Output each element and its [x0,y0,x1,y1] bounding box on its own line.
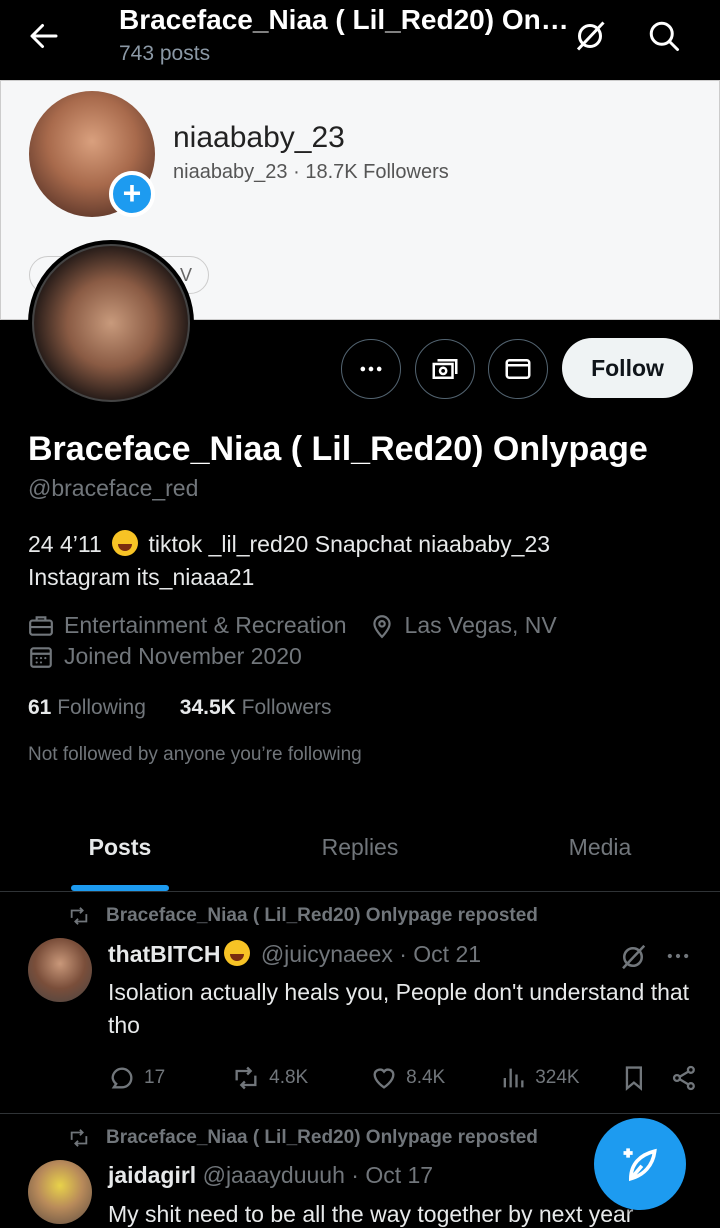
profile-category: Entertainment & Recreation [64,612,347,638]
following-link[interactable]: 61 Following [28,696,146,719]
post-text: My shit need to be all the way together … [108,1201,634,1227]
more-icon [360,366,382,372]
display-name: Braceface_Niaa ( Lil_Red20) Onlypage [28,430,648,468]
post-actions: 17 4.8K 8.4K 324K [108,1064,698,1092]
location-pin-icon [372,614,391,638]
reply-icon [111,1067,133,1089]
avatar-image [32,244,190,402]
post-count: 743 posts [119,42,211,65]
followers-link[interactable]: 34.5K Followers [180,696,332,719]
banner-username: niaababy_23 [173,121,345,154]
post-text: Isolation actually heals you, People don… [108,979,690,1038]
profile-bio: 24 4’11 tiktok _lil_red20 Snapchat niaab… [28,530,551,590]
calendar-icon [30,646,52,668]
not-followed-note: Not followed by anyone you’re following [28,744,362,765]
grok-icon[interactable] [618,942,648,972]
share-icon[interactable] [670,1064,698,1092]
profile-joined: Joined November 2020 [64,643,302,669]
banner-subtitle: niaababy_23 · 18.7K Followers [173,161,449,183]
profile-location: Las Vegas, NV [404,612,557,638]
tab-replies[interactable]: Replies [240,810,480,891]
post-header: jaidagirl @jaaayduuuh · Oct 17 [108,1162,433,1189]
post-item[interactable]: Braceface_Niaa ( Lil_Red20) Onlypage rep… [0,892,720,1114]
envelope-icon [505,359,531,379]
profile-handle: @braceface_red [28,475,199,501]
grok-icon[interactable] [572,18,608,54]
views-button[interactable]: 324K [499,1064,616,1092]
avatar[interactable] [28,938,92,1002]
repost-icon [70,1129,88,1147]
page-title: Braceface_Niaa ( Lil_Red20) Onl... [119,4,569,35]
profile-tabs: Posts Replies Media [0,810,720,892]
more-icon[interactable] [664,942,692,970]
tip-button[interactable] [415,339,475,399]
profile-stats: 61 Following 34.5K Followers [28,696,332,720]
search-icon[interactable] [646,18,682,54]
grinning-emoji-icon [224,940,251,966]
post-handle-date: @jaaayduuuh · Oct 17 [202,1162,434,1188]
profile-meta-row-2: Joined November 2020 [28,643,302,670]
compose-feather-icon [623,1148,657,1182]
compose-button[interactable] [594,1118,686,1210]
post-handle-date: @juicynaeex · Oct 21 [260,941,482,967]
money-icon [432,359,458,379]
profile-avatar[interactable] [28,240,194,406]
reply-button[interactable]: 17 [108,1064,231,1092]
repost-icon [70,907,88,925]
more-button[interactable] [341,339,401,399]
message-button[interactable] [488,339,548,399]
post-author-name[interactable]: jaidagirl [108,1162,196,1188]
like-button[interactable]: 8.4K [370,1064,499,1092]
repost-indicator: Braceface_Niaa ( Lil_Red20) Onlypage rep… [66,1127,538,1149]
heart-icon [373,1068,395,1089]
post-author-name[interactable]: thatBITCH [108,941,220,967]
briefcase-icon [29,615,53,636]
back-arrow-icon[interactable] [26,18,62,54]
tab-media[interactable]: Media [480,810,720,891]
repost-indicator: Braceface_Niaa ( Lil_Red20) Onlypage rep… [66,905,538,927]
repost-button[interactable]: 4.8K [231,1064,370,1092]
add-icon: + [109,171,155,217]
bookmark-icon[interactable] [620,1064,648,1092]
views-icon [503,1068,524,1088]
follow-button[interactable]: Follow [562,338,693,398]
profile-meta-row-1: Entertainment & Recreation Las Vegas, NV [28,612,557,639]
top-bar: Braceface_Niaa ( Lil_Red20) Onl... 743 p… [0,0,720,80]
post-header: thatBITCH @juicynaeex · Oct 21 [108,940,481,968]
zany-face-emoji-icon [112,530,139,556]
avatar[interactable] [28,1160,92,1224]
repost-icon [235,1066,257,1090]
tab-posts[interactable]: Posts [0,810,240,891]
